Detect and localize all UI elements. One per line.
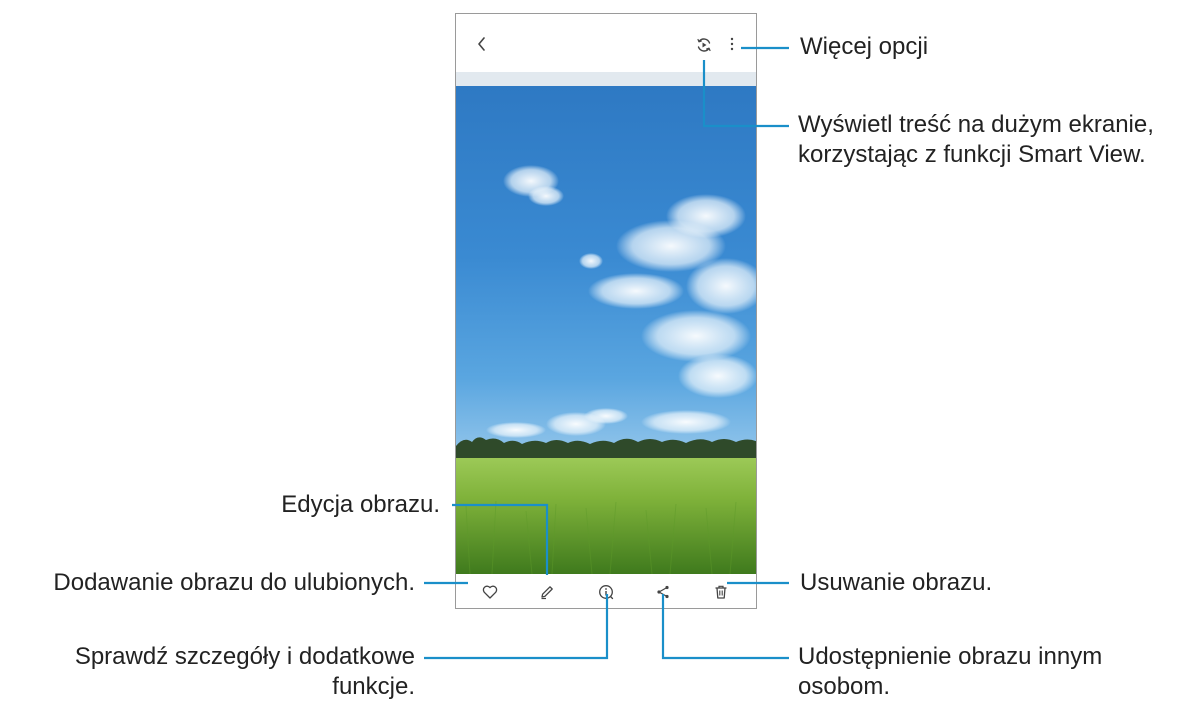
smart-view-icon[interactable] — [696, 37, 712, 53]
top-bar — [456, 14, 756, 72]
pencil-icon[interactable] — [539, 584, 555, 600]
info-icon[interactable] — [598, 584, 614, 600]
trash-icon[interactable] — [713, 584, 729, 600]
share-icon[interactable] — [655, 584, 671, 600]
callout-smart-view-line1: Wyświetl treść na dużym ekranie, — [798, 111, 1154, 138]
more-vertical-icon[interactable] — [728, 36, 736, 52]
callout-smart-view-line2: korzystając z funkcji Smart View. — [798, 141, 1146, 168]
callout-share-line2: osobom. — [798, 673, 891, 700]
back-chevron-left-icon[interactable] — [474, 36, 490, 52]
phone-screen — [455, 13, 757, 609]
callout-delete: Usuwanie obrazu. — [800, 569, 993, 596]
top-strip — [456, 72, 756, 86]
bottom-toolbar — [456, 574, 756, 608]
manual-illustration: Więcej opcji Wyświetl treść na dużym ekr… — [0, 0, 1203, 704]
callout-details-line2: funkcje. — [332, 673, 415, 700]
callout-details-line1: Sprawdź szczegóły i dodatkowe — [74, 643, 415, 670]
callout-favorite: Dodawanie obrazu do ulubionych. — [53, 569, 415, 596]
callout-more-options: Więcej opcji — [800, 33, 929, 60]
photo-sky-field[interactable] — [456, 86, 756, 574]
heart-icon[interactable] — [482, 584, 498, 600]
callout-share-line1: Udostępnienie obrazu innym — [798, 643, 1103, 670]
callout-edit: Edycja obrazu. — [281, 491, 440, 518]
